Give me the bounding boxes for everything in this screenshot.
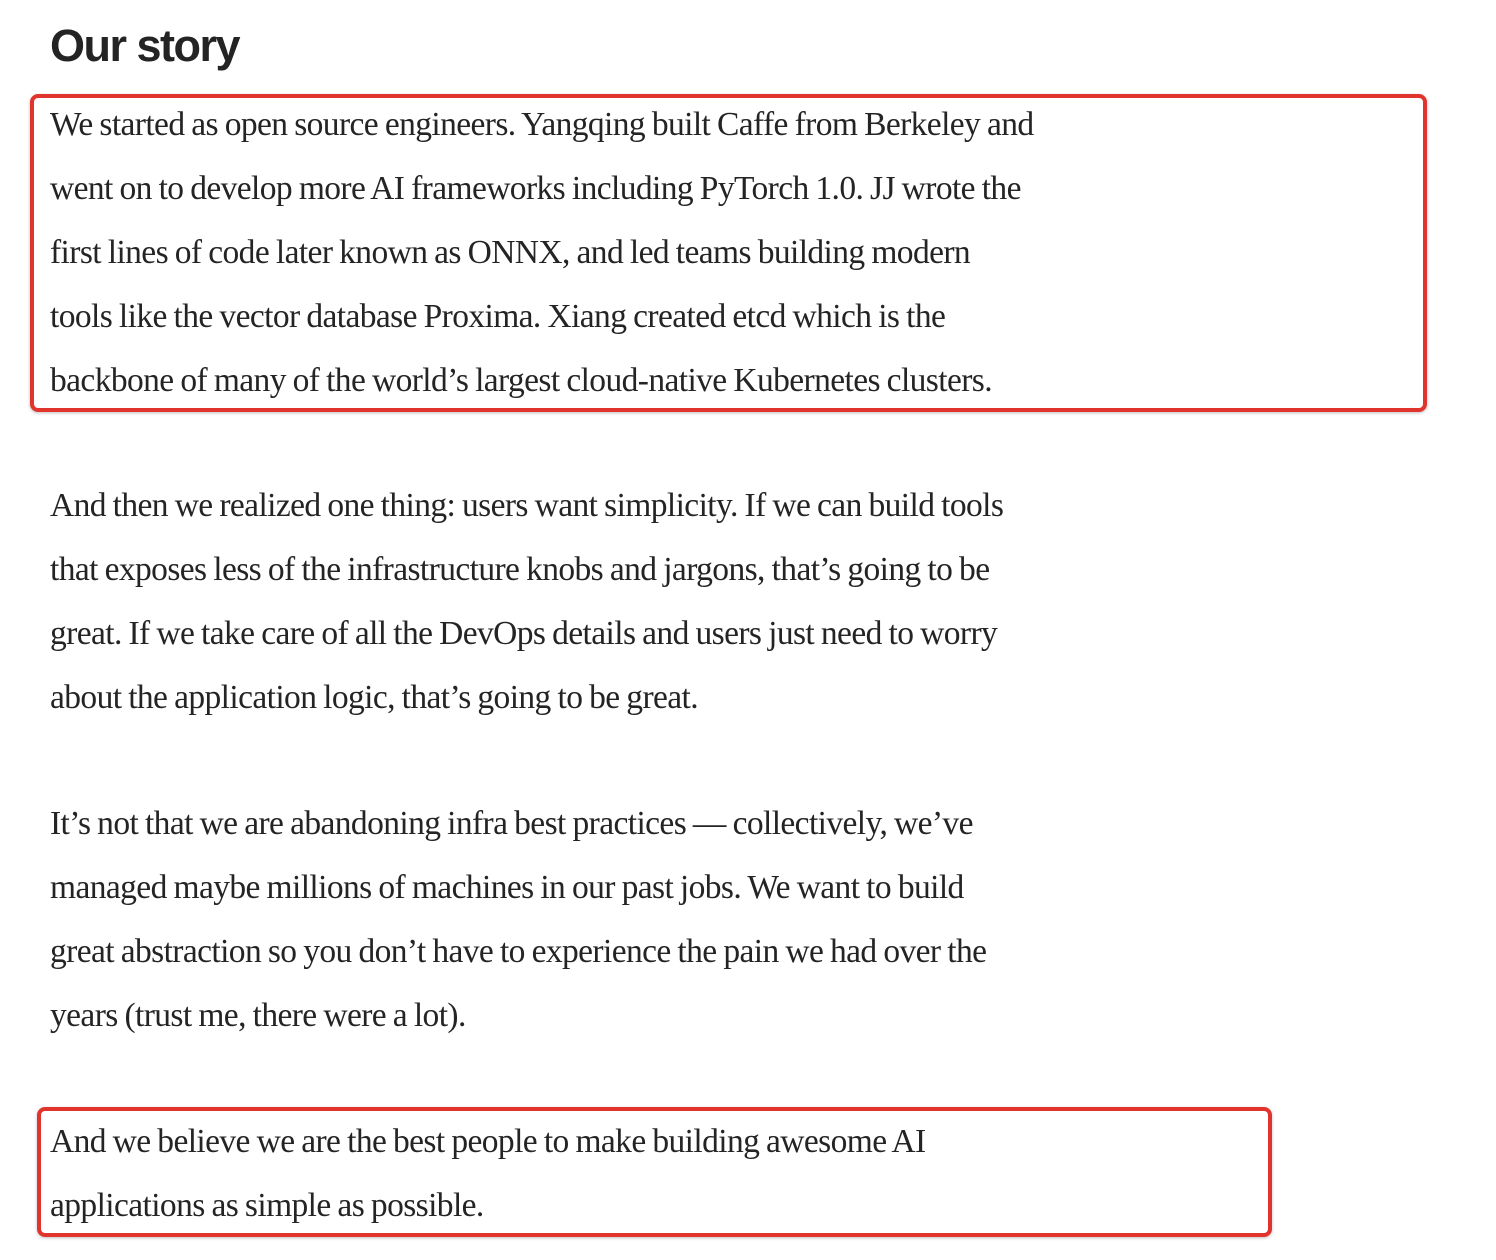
paragraph-line: managed maybe millions of machines in ou…: [50, 869, 964, 906]
paragraph-line: that exposes less of the infrastructure …: [50, 551, 990, 588]
paragraph-line: great. If we take care of all the DevOps…: [50, 615, 998, 652]
paragraph-line: great abstraction so you don’t have to e…: [50, 933, 987, 970]
paragraph-line: It’s not that we are abandoning infra be…: [50, 805, 973, 842]
section-heading: Our story: [50, 20, 241, 71]
paragraph-abstraction: It’s not that we are abandoning infra be…: [50, 792, 987, 1048]
paragraph-line: years (trust me, there were a lot).: [50, 997, 466, 1034]
article-page: Our story We started as open source engi…: [0, 0, 1496, 1260]
paragraph-line: And then we realized one thing: users wa…: [50, 487, 1004, 524]
paragraph-line: about the application logic, that’s goin…: [50, 679, 699, 716]
paragraph-simplicity: And then we realized one thing: users wa…: [50, 474, 1004, 730]
highlight-box-belief: [37, 1107, 1272, 1237]
highlight-box-origin: [30, 94, 1427, 412]
